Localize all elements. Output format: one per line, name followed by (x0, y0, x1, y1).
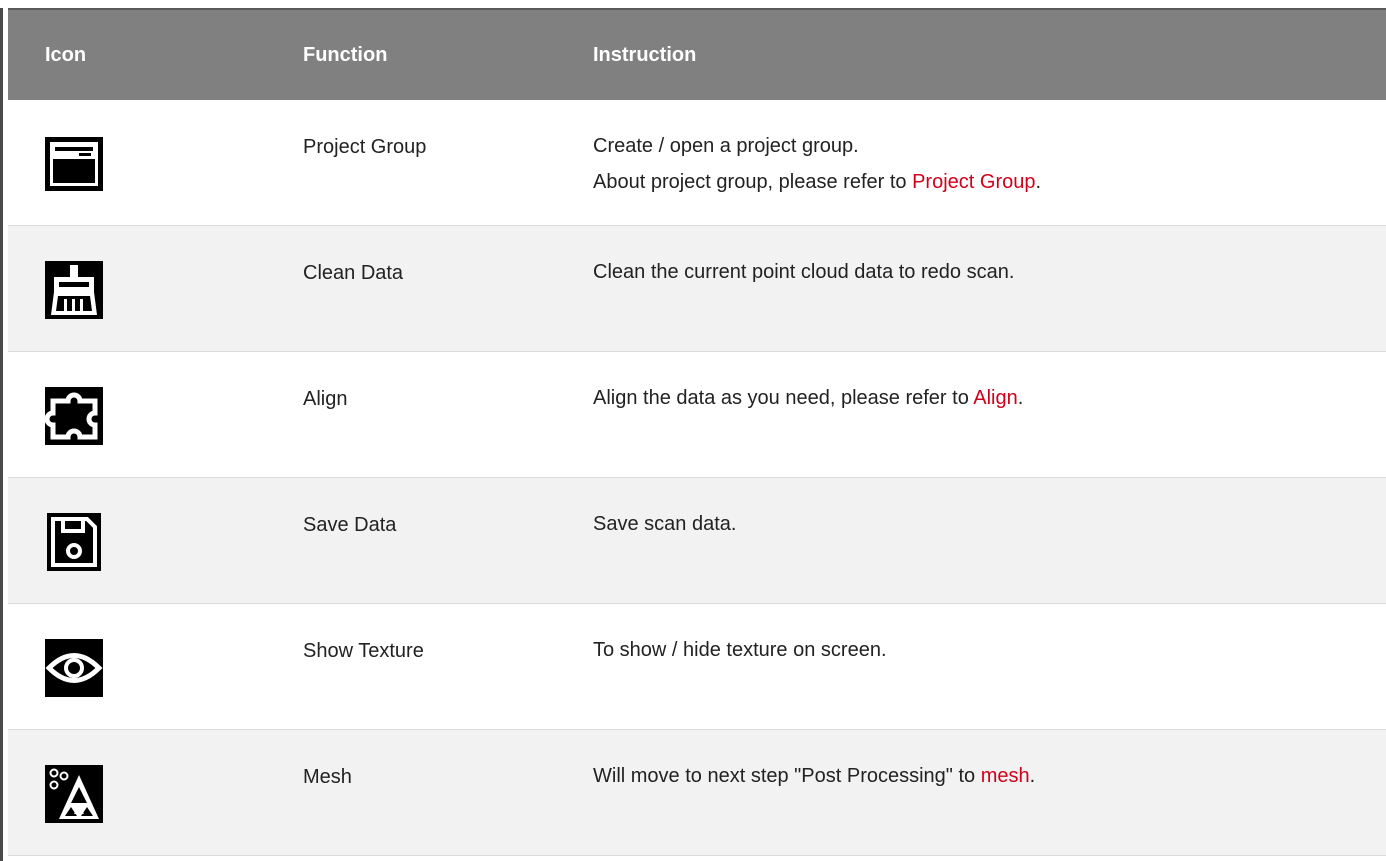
instruction-line: To show / hide texture on screen. (593, 632, 887, 668)
top-margin (8, 0, 1386, 8)
window-icon[interactable] (41, 131, 107, 197)
table-row: Align Align the data as you need, please… (8, 352, 1386, 478)
instruction-line-text: Create / open a project group. (593, 135, 859, 157)
instruction-line: Clean the current point cloud data to re… (593, 254, 1014, 290)
table-row: Show Texture To show / hide texture on s… (8, 604, 1386, 730)
function-label: Align (303, 388, 348, 410)
puzzle-icon[interactable] (41, 383, 107, 449)
instruction-line: About project group, please refer to Pro… (593, 164, 1041, 200)
table-row: Save Data Save scan data. (8, 478, 1386, 604)
instruction-line-text: To show / hide texture on screen. (593, 639, 887, 661)
floppy-icon[interactable] (41, 509, 107, 575)
instruction-line: Align the data as you need, please refer… (593, 380, 1023, 416)
project-group-link[interactable]: Project Group (912, 171, 1035, 193)
table-header: Icon Function Instruction (8, 8, 1386, 100)
broom-icon[interactable] (41, 257, 107, 323)
instruction-line: Save scan data. (593, 506, 736, 542)
align-link[interactable]: Align (973, 387, 1017, 409)
instruction-line-text: Align the data as you need, please refer… (593, 387, 974, 409)
instruction-line-text: Save scan data. (593, 513, 737, 535)
instruction-line-suffix: . (1029, 765, 1036, 787)
instruction-text: Align the data as you need, please refer… (593, 387, 1023, 416)
instruction-text: Create / open a project group. About pro… (593, 135, 1041, 200)
toolbar-functions-table: Icon Function Instruction Project Group … (8, 8, 1386, 856)
function-label: Project Group (303, 136, 427, 158)
eye-icon[interactable] (41, 635, 107, 701)
function-label: Clean Data (303, 262, 404, 284)
instruction-line: Will move to next step "Post Processing"… (593, 758, 1035, 794)
mesh-icon[interactable] (41, 761, 107, 827)
header-instruction: Instruction (593, 43, 697, 66)
function-label: Save Data (303, 514, 397, 536)
instruction-text: Save scan data. (593, 513, 736, 542)
instruction-text: Will move to next step "Post Processing"… (593, 765, 1035, 794)
table-row: Project Group Create / open a project gr… (8, 100, 1386, 226)
function-label: Show Texture (303, 640, 424, 662)
instruction-line-text: Clean the current point cloud data to re… (593, 261, 1015, 283)
table-row: Clean Data Clean the current point cloud… (8, 226, 1386, 352)
left-border (0, 8, 3, 861)
page: Icon Function Instruction Project Group … (0, 0, 1386, 861)
function-label: Mesh (303, 766, 352, 788)
instruction-text: To show / hide texture on screen. (593, 639, 887, 668)
instruction-line-text: About project group, please refer to (593, 171, 913, 193)
instruction-line-suffix: . (1035, 171, 1042, 193)
header-icon: Icon (45, 43, 87, 66)
header-function: Function (303, 43, 388, 66)
table-row: Mesh Will move to next step "Post Proces… (8, 730, 1386, 856)
instruction-text: Clean the current point cloud data to re… (593, 261, 1014, 290)
mesh-link[interactable]: mesh (981, 765, 1030, 787)
instruction-line-text: Will move to next step "Post Processing"… (593, 765, 981, 787)
instruction-line: Create / open a project group. (593, 128, 1041, 164)
instruction-line-suffix: . (1017, 387, 1024, 409)
